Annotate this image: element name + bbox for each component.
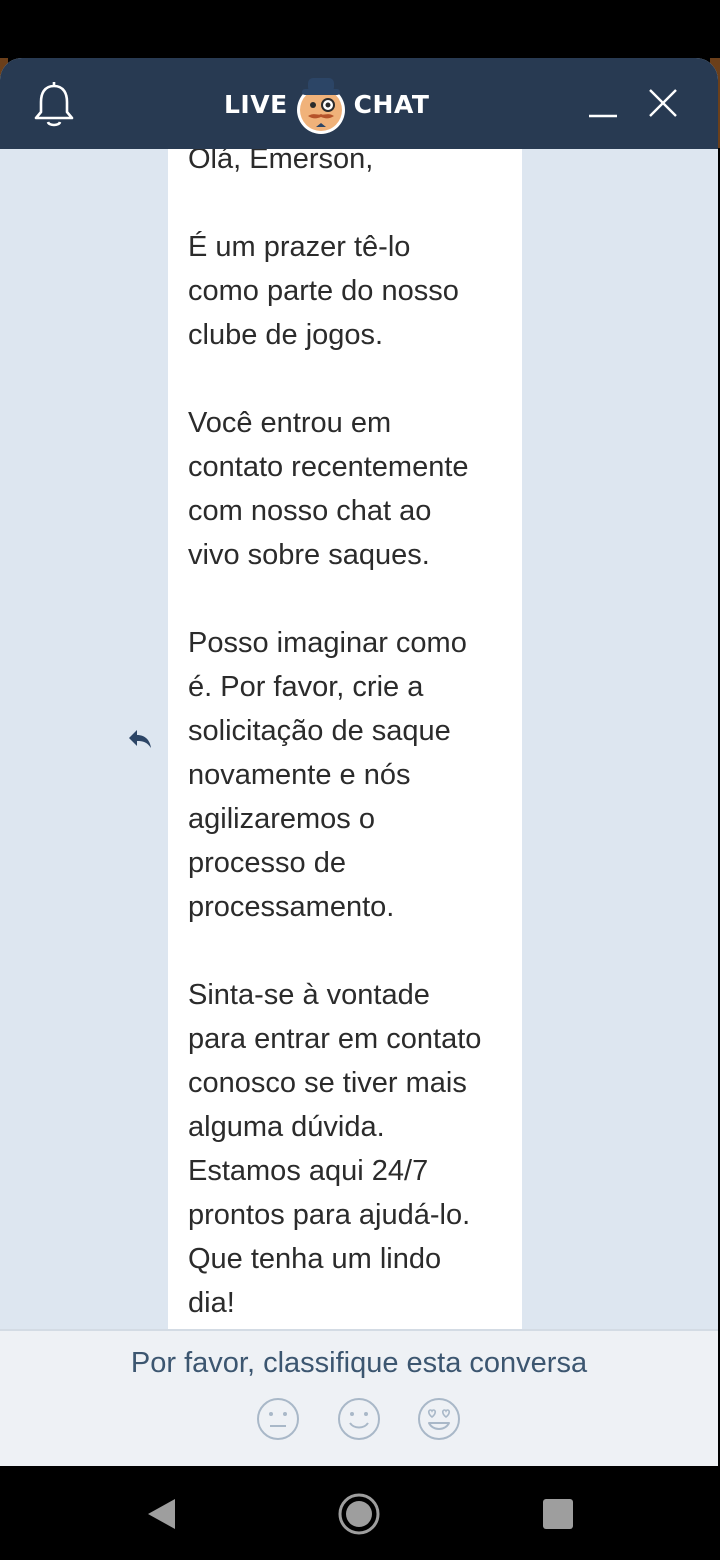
minimize-icon (589, 114, 617, 118)
smile-face-icon (338, 1398, 380, 1440)
back-icon (148, 1499, 175, 1529)
notifications-button[interactable] (30, 80, 78, 130)
neutral-face-icon (257, 1398, 299, 1440)
rate-happy-button[interactable] (337, 1397, 381, 1441)
bell-icon (34, 82, 74, 127)
reply-button[interactable] (126, 727, 154, 751)
chat-header: LIVE CHAT (0, 58, 718, 149)
close-icon (649, 89, 677, 117)
mascot-icon (296, 78, 345, 134)
home-icon (338, 1493, 380, 1535)
rating-panel: Por favor, classifique esta conversa (0, 1329, 718, 1466)
live-chat-window: LIVE CHAT Olá, Emerson, É um prazer tê-l… (0, 58, 718, 1466)
status-bar (0, 0, 720, 58)
agent-message-bubble: Olá, Emerson, É um prazer tê-lo como par… (168, 149, 522, 1329)
rating-prompt: Por favor, classifique esta conversa (130, 1347, 588, 1379)
logo-text-live: LIVE (224, 89, 288, 119)
live-chat-logo: LIVE CHAT (224, 72, 429, 136)
nav-home-button[interactable] (337, 1492, 381, 1541)
message-list[interactable]: Olá, Emerson, É um prazer tê-lo como par… (0, 149, 718, 1329)
rate-neutral-button[interactable] (256, 1397, 300, 1441)
close-button[interactable] (644, 84, 682, 122)
logo-text-chat: CHAT (353, 89, 430, 119)
rate-love-button[interactable] (417, 1397, 461, 1441)
system-navigation-bar (0, 1466, 720, 1560)
recents-icon (543, 1499, 573, 1529)
nav-recents-button[interactable] (542, 1498, 574, 1535)
message-text: Olá, Emerson, É um prazer tê-lo como par… (188, 149, 482, 1319)
nav-back-button[interactable] (144, 1496, 178, 1537)
minimize-button[interactable] (585, 88, 621, 124)
reply-icon (129, 730, 151, 748)
heart-eyes-face-icon (418, 1398, 460, 1440)
